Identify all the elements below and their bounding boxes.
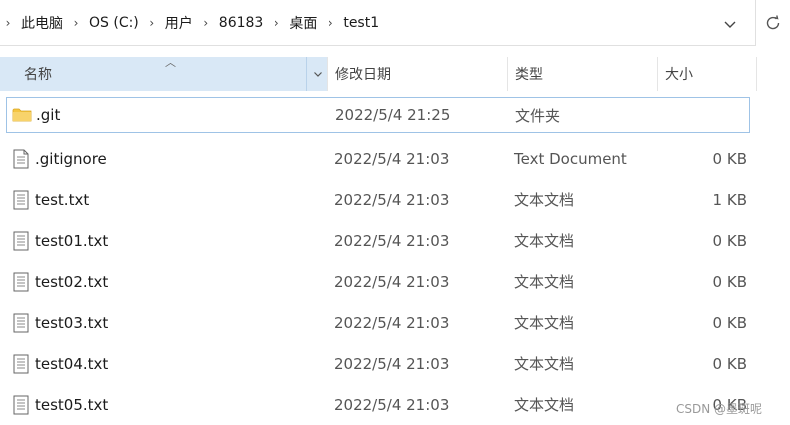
file-date: 2022/5/4 21:03	[334, 354, 450, 373]
address-bar[interactable]: › 此电脑 › OS (C:) › 用户 › 86183 › 桌面 › test…	[0, 0, 756, 46]
file-name: .git	[36, 106, 61, 124]
file-date: 2022/5/4 21:25	[335, 106, 451, 124]
chevron-right-icon[interactable]: ›	[144, 16, 160, 30]
file-size: 1 KB	[712, 190, 747, 209]
sort-ascending-icon: ︿	[165, 56, 176, 69]
file-type: 文本文档	[514, 355, 575, 373]
text-file-icon	[10, 302, 32, 343]
file-size	[658, 98, 748, 132]
file-row[interactable]: .gitignore 2022/5/4 21:03 Text Document …	[0, 138, 752, 179]
file-row[interactable]: test.txt 2022/5/4 21:03 文本文档 1 KB	[0, 179, 752, 220]
file-name: test03.txt	[35, 313, 109, 332]
file-size: 0 KB	[712, 272, 747, 291]
watermark: CSDN @墨斑呢	[676, 402, 763, 416]
column-header-type-label: 类型	[515, 67, 543, 83]
file-name: test05.txt	[35, 395, 109, 414]
breadcrumb-item[interactable]: 用户	[160, 13, 198, 33]
file-name: test04.txt	[35, 354, 109, 373]
breadcrumb-item[interactable]: test1	[338, 15, 384, 31]
file-type: 文本文档	[514, 314, 575, 332]
file-date: 2022/5/4 21:03	[334, 272, 450, 291]
breadcrumb-item[interactable]: 桌面	[284, 13, 322, 33]
column-header-size[interactable]: 大小	[657, 57, 757, 91]
file-type: 文本文档	[514, 232, 575, 250]
file-type: 文件夹	[515, 106, 561, 125]
file-name: test.txt	[35, 190, 90, 209]
file-list: .git 2022/5/4 21:25 文件夹 .gitignore 2022/…	[0, 97, 790, 425]
file-size: 0 KB	[712, 354, 747, 373]
file-row[interactable]: test01.txt 2022/5/4 21:03 文本文档 0 KB	[0, 220, 752, 261]
refresh-icon[interactable]	[760, 10, 786, 36]
chevron-down-icon[interactable]	[718, 12, 742, 36]
column-header-date-label: 修改日期	[335, 67, 391, 83]
file-size: 0 KB	[712, 313, 747, 332]
file-row[interactable]: .git 2022/5/4 21:25 文件夹	[6, 97, 750, 133]
column-header-name-label: 名称	[24, 67, 52, 83]
file-size: 0 KB	[712, 149, 747, 168]
text-file-icon	[10, 179, 32, 220]
breadcrumb-item[interactable]: OS (C:)	[84, 15, 144, 31]
column-header: 名称 ︿ 修改日期 类型 大小	[0, 56, 790, 91]
file-name: .gitignore	[35, 149, 107, 168]
file-row[interactable]: test02.txt 2022/5/4 21:03 文本文档 0 KB	[0, 261, 752, 302]
chevron-right-icon[interactable]: ›	[322, 16, 338, 30]
file-date: 2022/5/4 21:03	[334, 190, 450, 209]
file-date: 2022/5/4 21:03	[334, 395, 450, 414]
breadcrumb-item[interactable]: 86183	[214, 15, 269, 31]
chevron-right-icon[interactable]: ›	[268, 16, 284, 30]
file-type: Text Document	[514, 149, 627, 168]
column-header-name[interactable]: 名称 ︿	[0, 56, 328, 91]
text-file-icon	[10, 220, 32, 261]
text-file-icon	[10, 261, 32, 302]
chevron-right-icon[interactable]: ›	[68, 16, 84, 30]
file-name: test01.txt	[35, 231, 109, 250]
file-date: 2022/5/4 21:03	[334, 149, 450, 168]
chevron-right-icon[interactable]: ›	[198, 16, 214, 30]
column-header-type[interactable]: 类型	[507, 57, 657, 91]
file-type: 文本文档	[514, 396, 575, 414]
column-header-size-label: 大小	[665, 67, 693, 83]
file-type: 文本文档	[514, 273, 575, 291]
column-filter-dropdown[interactable]	[306, 57, 328, 91]
breadcrumb: › 此电脑 › OS (C:) › 用户 › 86183 › 桌面 › test…	[0, 0, 384, 46]
breadcrumb-item[interactable]: 此电脑	[16, 13, 68, 33]
chevron-right-icon[interactable]: ›	[0, 16, 16, 30]
text-file-icon	[10, 343, 32, 384]
file-type: 文本文档	[514, 191, 575, 209]
document-icon	[10, 138, 32, 179]
folder-icon	[11, 98, 33, 132]
text-file-icon	[10, 384, 32, 425]
file-row[interactable]: test05.txt 2022/5/4 21:03 文本文档 0 KB	[0, 384, 752, 425]
file-name: test02.txt	[35, 272, 109, 291]
file-row[interactable]: test04.txt 2022/5/4 21:03 文本文档 0 KB	[0, 343, 752, 384]
file-row[interactable]: test03.txt 2022/5/4 21:03 文本文档 0 KB	[0, 302, 752, 343]
file-date: 2022/5/4 21:03	[334, 231, 450, 250]
column-header-date[interactable]: 修改日期	[327, 57, 507, 91]
file-size: 0 KB	[712, 231, 747, 250]
file-date: 2022/5/4 21:03	[334, 313, 450, 332]
